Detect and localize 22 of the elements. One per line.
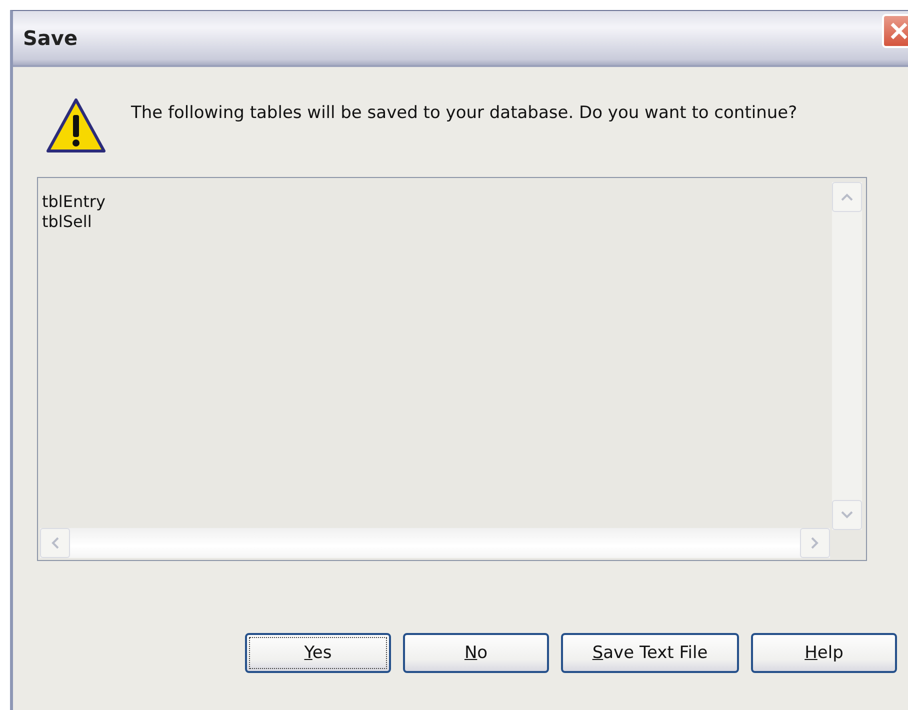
- chevron-left-icon: [51, 537, 59, 549]
- dialog-button[interactable]: Yes: [245, 633, 391, 673]
- scroll-right-button[interactable]: [800, 528, 830, 558]
- chevron-right-icon: [811, 537, 819, 549]
- chevron-down-icon: [841, 511, 853, 519]
- window-title: Save: [23, 26, 78, 50]
- message-text: The following tables will be saved to your database. Do you want to continue?: [131, 103, 798, 123]
- vertical-scrollbar[interactable]: [832, 182, 862, 530]
- list-item[interactable]: tblEntry: [42, 192, 866, 212]
- table-list[interactable]: tblEntry tblSell: [37, 177, 867, 561]
- horizontal-scrollbar[interactable]: [40, 528, 830, 558]
- close-icon: [889, 21, 908, 41]
- close-button[interactable]: [882, 14, 908, 48]
- warning-icon: [45, 97, 107, 155]
- chevron-up-icon: [841, 193, 853, 201]
- dialog-button[interactable]: Help: [751, 633, 897, 673]
- list-item[interactable]: tblSell: [42, 212, 866, 232]
- dialog-button[interactable]: No: [403, 633, 549, 673]
- scroll-down-button[interactable]: [832, 500, 862, 530]
- scroll-left-button[interactable]: [40, 528, 70, 558]
- scroll-up-button[interactable]: [832, 182, 862, 212]
- dialog-button[interactable]: Save Text File: [561, 633, 739, 673]
